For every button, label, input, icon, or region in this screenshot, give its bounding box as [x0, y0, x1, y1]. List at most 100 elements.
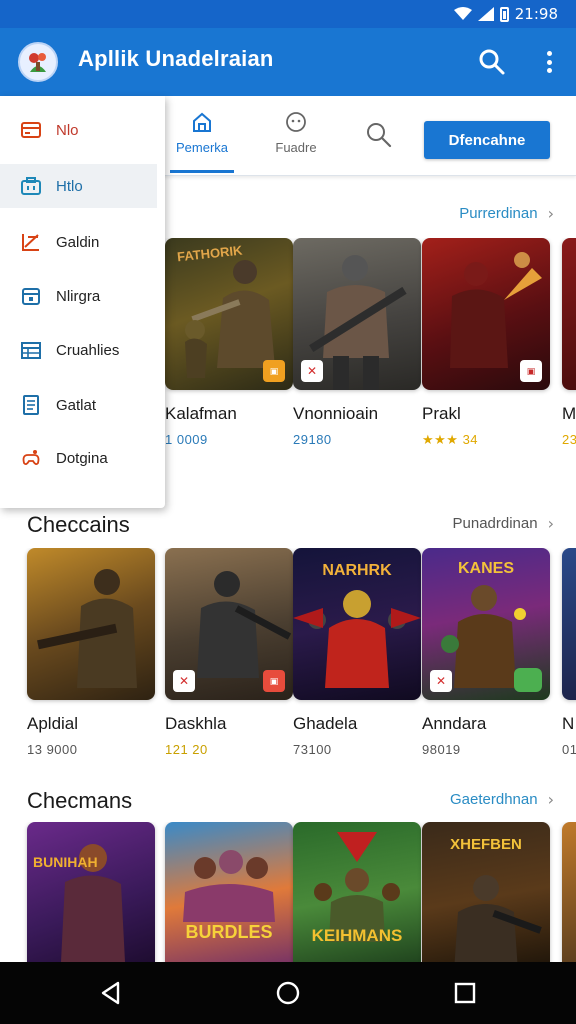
more-options-icon[interactable]: [542, 46, 556, 78]
home-circle-icon[interactable]: [275, 980, 301, 1006]
game-card[interactable]: ✕ ▣ Daskhla 121 20: [165, 548, 293, 757]
back-icon[interactable]: [98, 980, 124, 1006]
game-thumbnail: ▣: [422, 238, 550, 390]
game-card[interactable]: KANES ✕ Anndara 98019: [422, 548, 550, 757]
game-card[interactable]: BURDLES: [165, 822, 293, 962]
game-name: Apldial: [27, 714, 79, 733]
tab-search-icon[interactable]: [364, 120, 394, 150]
game-card[interactable]: [562, 822, 576, 962]
tab-pemerka[interactable]: Pemerka: [162, 110, 242, 173]
game-name: Anndara: [422, 714, 487, 733]
navigation-drawer: Nlo Htlo Galdin Nlirgra Cruahlies Gatlat: [0, 96, 165, 508]
drawer-item-cruahlies[interactable]: Cruahlies: [0, 328, 165, 372]
home-icon: [193, 112, 211, 132]
cta-button[interactable]: Dfencahne: [424, 121, 550, 159]
game-thumbnail: ✕: [293, 238, 421, 390]
thumb-title: KEIHMANS: [311, 926, 403, 945]
game-thumbnail: [562, 548, 576, 700]
drawer-item-label: Cruahlies: [56, 341, 120, 359]
app-title: Apllik Unadelraian: [78, 46, 274, 71]
game-card[interactable]: ✕ Vnonnioain 29180: [293, 238, 421, 447]
card-icon: [20, 119, 42, 141]
section-title: Checcains: [27, 512, 130, 537]
game-thumbnail: ✕ ▣: [165, 548, 293, 700]
section-more-link[interactable]: Gaeterdhnan ›: [450, 790, 554, 809]
recents-icon[interactable]: [452, 980, 478, 1006]
app-bar: Apllik Unadelraian: [0, 28, 576, 96]
game-card[interactable]: NARHRK Ghadela 73100: [293, 548, 421, 757]
app-badge-icon: ▣: [263, 670, 285, 692]
system-navigation-bar: [0, 962, 576, 1024]
game-thumbnail: KEIHMANS: [293, 822, 421, 962]
section-checcains: Checcains Punadrdinan › Apldial 13 9000: [0, 500, 576, 780]
game-card[interactable]: XHEFBEN: [422, 822, 550, 962]
game-card[interactable]: ▣ Prakl ★★★ 34: [422, 238, 550, 448]
game-meta: ★★★ 34: [422, 432, 479, 447]
table-icon: [20, 339, 42, 361]
drawer-item-htlo[interactable]: Htlo: [0, 164, 157, 208]
drawer-item-label: Nlirgra: [56, 287, 101, 305]
search-icon[interactable]: [476, 46, 508, 78]
smile-icon: [286, 112, 306, 132]
section-more-label: Gaeterdhnan: [450, 791, 538, 808]
game-name: Ghadela: [293, 714, 358, 733]
status-time: 21:98: [514, 5, 558, 23]
section-more-label: Punadrdinan: [452, 515, 538, 532]
tab-label: Fuadre: [275, 140, 317, 155]
game-name: Prakl: [422, 404, 461, 423]
game-thumbnail: FATHORIK ▣: [165, 238, 293, 390]
section-more-link[interactable]: Purrerdinan ›: [459, 204, 554, 223]
drawer-item-nlirgra[interactable]: Nlirgra: [0, 274, 165, 318]
game-name: M: [562, 404, 576, 423]
game-card[interactable]: BUNIHAH: [27, 822, 155, 962]
game-meta: 23: [562, 432, 576, 447]
drawer-item-gatlat[interactable]: Gatlat: [0, 383, 165, 427]
tab-fuadre[interactable]: Fuadre: [256, 110, 336, 155]
chevron-right-icon: ›: [547, 514, 554, 533]
drawer-item-dotgina[interactable]: Dotgina: [0, 436, 165, 480]
game-card[interactable]: FATHORIK ▣ Kalafman 1 0009: [165, 238, 293, 447]
game-card[interactable]: M 23: [562, 238, 576, 447]
tab-label: Pemerka: [175, 140, 229, 155]
game-meta: 98019: [422, 742, 461, 757]
document-icon: [20, 394, 42, 416]
chevron-right-icon: ›: [547, 204, 554, 223]
app-logo-icon: [18, 42, 58, 82]
chevron-right-icon: ›: [547, 790, 554, 809]
thumb-title: XHEFBEN: [450, 836, 522, 853]
game-meta: 29180: [293, 432, 332, 447]
gamepad-icon: [20, 447, 42, 469]
game-card[interactable]: KEIHMANS: [293, 822, 421, 962]
game-thumbnail: NARHRK: [293, 548, 421, 700]
game-meta: 13 9000: [27, 742, 78, 757]
rogue-art: [61, 844, 125, 962]
game-card[interactable]: N 01: [562, 548, 576, 757]
thumb-title: BURDLES: [185, 922, 273, 942]
app-badge-icon: [514, 668, 542, 692]
drawer-item-label: Galdin: [56, 233, 100, 251]
briefcase-icon: [20, 175, 42, 197]
calendar-icon: [20, 285, 42, 307]
game-thumbnail: BURDLES: [165, 822, 293, 962]
thumb-title: KANES: [457, 560, 514, 577]
section-more-link[interactable]: Punadrdinan ›: [453, 514, 554, 533]
app-badge-icon: ▣: [520, 360, 542, 382]
drawer-item-nlo[interactable]: Nlo: [0, 108, 165, 152]
drawer-item-label: Nlo: [56, 121, 79, 139]
app-badge-icon: ✕: [430, 670, 452, 692]
game-meta: 1 0009: [165, 432, 208, 447]
battery-icon: [499, 6, 509, 22]
game-card[interactable]: Apldial 13 9000: [27, 548, 155, 757]
status-bar: 21:98: [0, 0, 576, 28]
game-thumbnail: BUNIHAH: [27, 822, 155, 962]
game-meta: 121 20: [165, 742, 208, 757]
thumb-title: NARHRK: [322, 562, 392, 579]
game-thumbnail: [562, 238, 576, 390]
section-checmans: Checmans Gaeterdhnan › BUNIHAH BURDLES K…: [0, 776, 576, 962]
section-title: Checmans: [27, 788, 133, 813]
wifi-icon: [453, 7, 472, 20]
game-name: Daskhla: [165, 714, 227, 733]
game-thumbnail: [562, 822, 576, 962]
drawer-item-label: Dotgina: [56, 449, 108, 467]
drawer-item-galdin[interactable]: Galdin: [0, 220, 165, 264]
